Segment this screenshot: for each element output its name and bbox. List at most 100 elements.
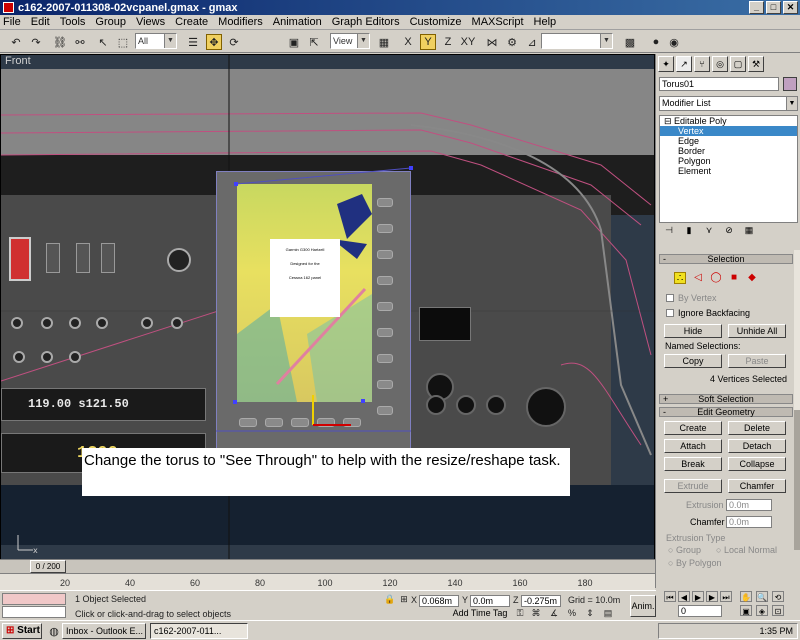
x-coordinate-field[interactable]: 0.068m — [419, 595, 459, 607]
move-icon[interactable]: ✥ — [206, 34, 222, 50]
maxscript-listener[interactable] — [2, 593, 66, 605]
soft-selection-rollout-header[interactable]: + Soft Selection — [659, 394, 793, 404]
orbit-icon[interactable]: ⟲ — [772, 591, 784, 602]
quick-launch-icon[interactable]: ◍ — [46, 623, 62, 639]
named-selections-icon[interactable]: ▤ — [602, 607, 614, 619]
scale-icon[interactable]: ▣ — [286, 34, 302, 50]
axis-x-icon[interactable]: X — [400, 34, 416, 50]
menu-help[interactable]: Help — [534, 16, 557, 28]
lock-icon[interactable]: 🔒 — [384, 593, 396, 605]
y-coordinate-field[interactable]: 0.0m — [470, 595, 510, 607]
select-manipulate-icon[interactable]: ⇱ — [306, 34, 322, 50]
delete-button[interactable]: Delete — [728, 421, 786, 435]
current-frame-field[interactable]: 0 — [678, 605, 722, 617]
align-icon[interactable]: ⊿ — [524, 34, 540, 50]
utilities-tab-icon[interactable]: ⚒ — [748, 56, 764, 72]
display-tab-icon[interactable]: ▢ — [730, 56, 746, 72]
break-button[interactable]: Break — [664, 457, 722, 471]
by-vertex-checkbox[interactable] — [666, 294, 674, 302]
menu-maxscript[interactable]: MAXScript — [472, 16, 524, 28]
maximize-button[interactable]: □ — [766, 1, 781, 14]
extrude-button[interactable]: Extrude — [664, 479, 722, 493]
make-unique-icon[interactable]: ⋎ — [703, 224, 715, 236]
create-button[interactable]: Create — [664, 421, 722, 435]
ref-coord-dropdown[interactable]: View ▼ — [330, 33, 370, 49]
menu-modifiers[interactable]: Modifiers — [218, 16, 263, 28]
zoom-icon[interactable]: 🔍 — [756, 591, 768, 602]
local-normal-radio[interactable]: ○ Local Normal — [716, 545, 777, 555]
stack-item-edge[interactable]: Edge — [660, 136, 797, 146]
transform-type-in-icon[interactable]: ⊞ — [398, 593, 410, 605]
rotate-icon[interactable]: ⟳ — [226, 34, 242, 50]
time-slider[interactable]: 0 / 200 — [0, 559, 655, 573]
axis-z-icon[interactable]: Z — [440, 34, 456, 50]
unhide-all-button[interactable]: Unhide All — [728, 324, 786, 338]
time-slider-thumb[interactable]: 0 / 200 — [30, 560, 66, 573]
scrollbar-thumb[interactable] — [794, 410, 800, 550]
redo-icon[interactable]: ↷ — [28, 34, 44, 50]
detach-button[interactable]: Detach — [728, 439, 786, 453]
menu-tools[interactable]: Tools — [60, 16, 86, 28]
chamfer-button[interactable]: Chamfer — [728, 479, 786, 493]
object-color-swatch[interactable] — [783, 77, 797, 91]
menu-customize[interactable]: Customize — [410, 16, 462, 28]
maxscript-input[interactable] — [2, 606, 66, 618]
angle-snap-icon[interactable]: ∡ — [548, 607, 560, 619]
selection-rollout-header[interactable]: - Selection — [659, 254, 793, 264]
taskbar-item-gmax[interactable]: c162-2007-011... — [150, 623, 248, 639]
create-tab-icon[interactable]: ✦ — [658, 56, 674, 72]
close-button[interactable]: ✕ — [783, 1, 798, 14]
pan-icon[interactable]: ✋ — [740, 591, 752, 602]
border-mode-icon[interactable]: ◯ — [710, 272, 722, 284]
group-radio[interactable]: ○ Group — [668, 545, 701, 555]
select-object-icon[interactable]: ↖ — [95, 34, 111, 50]
modify-tab-icon[interactable]: ↗ — [676, 56, 692, 72]
maximize-viewport-icon[interactable]: ⊡ — [772, 605, 784, 616]
paste-button[interactable]: Paste — [728, 354, 786, 368]
track-bar[interactable]: 20 40 60 80 100 120 140 160 180 — [0, 573, 655, 590]
stack-item-polygon[interactable]: Polygon — [660, 156, 797, 166]
named-selection-dropdown[interactable]: ▼ — [541, 33, 613, 49]
start-button[interactable]: ⊞ Start — [2, 623, 42, 639]
extrusion-spinner[interactable]: 0.0m — [726, 499, 772, 511]
by-polygon-radio[interactable]: ○ By Polygon — [668, 558, 721, 568]
copy-button[interactable]: Copy — [664, 354, 722, 368]
z-coordinate-field[interactable]: -0.275m — [521, 595, 561, 607]
command-panel-scrollbar[interactable] — [794, 250, 800, 550]
menu-group[interactable]: Group — [95, 16, 126, 28]
configure-sets-icon[interactable]: ▦ — [743, 224, 755, 236]
hide-button[interactable]: Hide — [664, 324, 722, 338]
previous-frame-icon[interactable]: ◀ — [678, 591, 690, 602]
select-by-name-icon[interactable]: ☰ — [185, 34, 201, 50]
stack-item-element[interactable]: Element — [660, 166, 797, 176]
vertex-mode-icon[interactable]: ∴ — [674, 272, 686, 284]
spinner-snap-icon[interactable]: ⇕ — [584, 607, 596, 619]
unlink-icon[interactable]: ⚯ — [72, 34, 88, 50]
edge-mode-icon[interactable]: ◁ — [692, 272, 704, 284]
collapse-button[interactable]: Collapse — [728, 457, 786, 471]
percent-snap-icon[interactable]: % — [566, 607, 578, 619]
edit-geometry-rollout-header[interactable]: - Edit Geometry — [659, 407, 793, 417]
attach-button[interactable]: Attach — [664, 439, 722, 453]
array-icon[interactable]: ⚙ — [504, 34, 520, 50]
next-frame-icon[interactable]: ▶ — [706, 591, 718, 602]
motion-tab-icon[interactable]: ◎ — [712, 56, 728, 72]
menu-file[interactable]: File — [3, 16, 21, 28]
render-icon[interactable]: ● — [648, 34, 664, 50]
undo-icon[interactable]: ↶ — [8, 34, 24, 50]
mirror-icon[interactable]: ⋈ — [484, 34, 500, 50]
chamfer-spinner[interactable]: 0.0m — [726, 516, 772, 528]
element-mode-icon[interactable]: ◆ — [746, 272, 758, 284]
menu-views[interactable]: Views — [136, 16, 165, 28]
front-viewport[interactable]: Front 119.00 s121.50 1200 Garm — [0, 54, 655, 575]
pivot-icon[interactable]: ▦ — [376, 34, 392, 50]
snap-icon[interactable]: ⌘ — [530, 607, 542, 619]
zoom-extents-icon[interactable]: ▣ — [740, 605, 752, 616]
pin-stack-icon[interactable]: ⊣ — [663, 224, 675, 236]
go-to-start-icon[interactable]: ⏮ — [664, 591, 676, 602]
menu-graph-editors[interactable]: Graph Editors — [332, 16, 400, 28]
stack-item-editable-poly[interactable]: ⊟ Editable Poly — [660, 116, 797, 126]
menu-edit[interactable]: Edit — [31, 16, 50, 28]
play-icon[interactable]: ▶ — [692, 591, 704, 602]
axis-xy-icon[interactable]: XY — [460, 34, 476, 50]
